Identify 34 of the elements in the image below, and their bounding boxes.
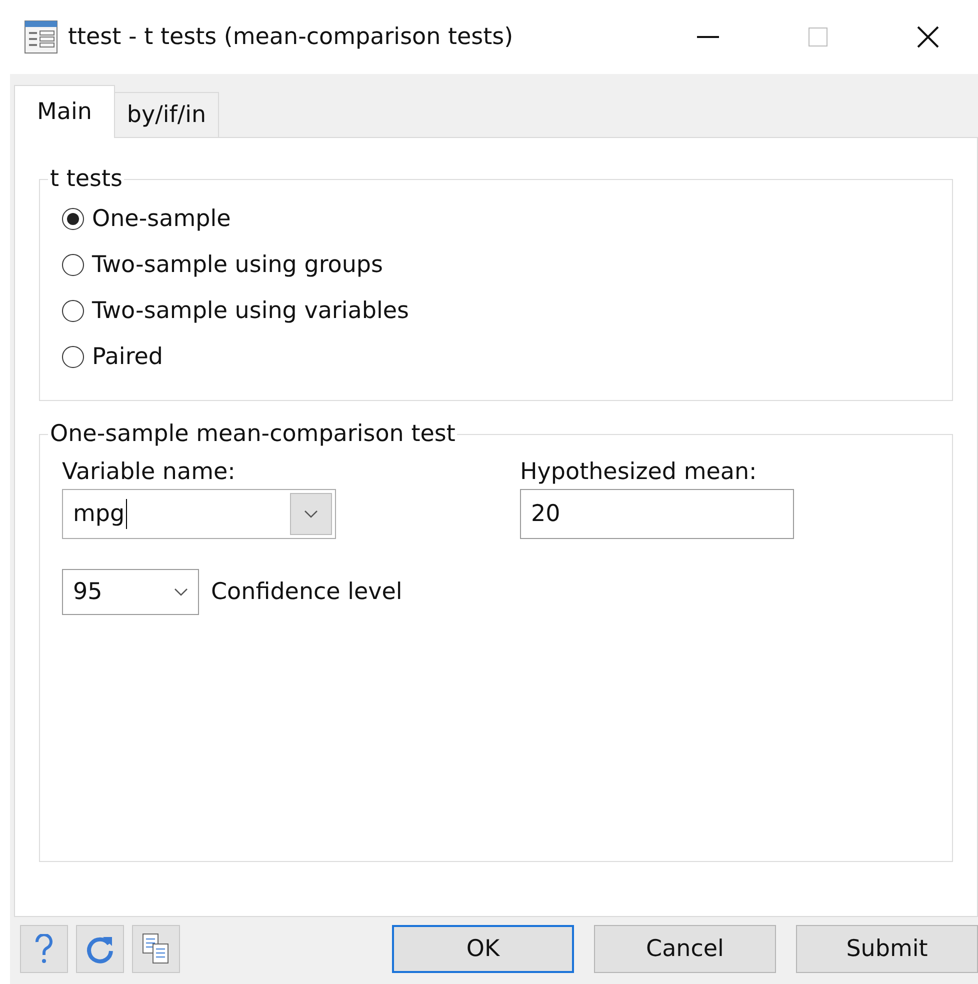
confidence-dropdown[interactable]: 95 <box>62 569 199 615</box>
dialog-button[interactable]: Submit <box>796 925 978 973</box>
close-icon <box>917 26 939 48</box>
copy-button[interactable] <box>132 925 180 973</box>
radio-label: Paired <box>92 344 164 370</box>
radio-button[interactable] <box>62 346 84 368</box>
variable-combo-field[interactable]: mpg <box>62 489 336 539</box>
input-field[interactable]: 20 <box>520 489 794 539</box>
radio-label: Two-sample using groups <box>92 252 384 278</box>
minimize-icon <box>697 35 719 39</box>
window-title: ttest - t tests (mean-comparison tests) <box>68 24 514 50</box>
help-icon <box>34 934 54 964</box>
tab[interactable]: by/if/in <box>114 92 220 137</box>
field-label: Confidence level <box>211 579 402 605</box>
group-title: One-sample mean-comparison test <box>49 421 456 447</box>
copy-icon <box>141 932 171 966</box>
chevron-icon <box>174 588 188 596</box>
field-value: mpg <box>72 499 128 529</box>
tab[interactable]: Main <box>14 85 115 138</box>
field-label: Hypothesized mean: <box>520 459 758 485</box>
dialog-icon <box>24 20 58 54</box>
group-title: t tests <box>49 166 124 192</box>
radio-button[interactable] <box>62 254 84 276</box>
maximize-icon <box>808 27 828 47</box>
radio-label: One-sample <box>92 206 231 232</box>
dialog-button[interactable]: Cancel <box>594 925 776 973</box>
radio-button[interactable] <box>62 208 84 230</box>
reset-button[interactable] <box>76 925 124 973</box>
dialog-button[interactable]: OK <box>392 925 574 973</box>
field-label: Variable name: <box>62 459 236 485</box>
radio-button[interactable] <box>62 300 84 322</box>
radio-label: Two-sample using variables <box>92 298 409 324</box>
help-button[interactable] <box>20 925 68 973</box>
chevron-icon <box>304 510 318 518</box>
